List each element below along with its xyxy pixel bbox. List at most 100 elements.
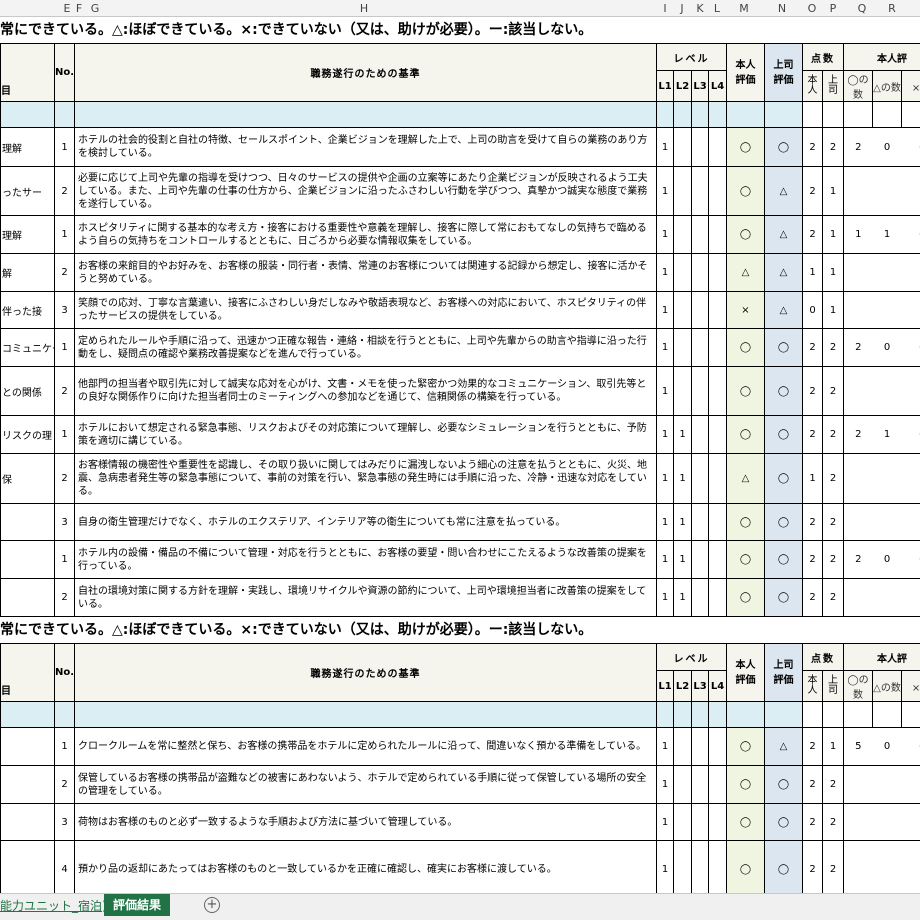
row-l2[interactable] [673,727,692,766]
row-boss-points[interactable]: 2 [822,453,844,504]
row-l2[interactable] [673,840,692,893]
row-count-x[interactable]: ( [901,127,920,167]
row-self-points[interactable]: 1 [802,253,823,292]
header2-self-eval[interactable]: 本人 評価 [726,643,765,702]
row-l2[interactable] [673,127,692,167]
row-count-tri[interactable]: 0 [872,328,902,367]
row-l2[interactable] [673,166,692,216]
table-row[interactable]: との関係 2 他部門の担当者や取引先に対して誠実な応対を心がけ、文書・メモを使った緊… [0,366,920,416]
header-count-o[interactable]: ◯の数 [843,70,873,102]
row-no[interactable]: 1 [54,328,75,367]
row-no[interactable]: 3 [54,291,75,329]
row-item[interactable]: 理解 [0,127,55,167]
evaluation-table-2[interactable]: 目 No. 職務遂行のための基準 レベル 本人 評価 上司 評価 点数 本人評 L1… [0,643,920,893]
row-l4[interactable] [708,765,727,804]
row-l3[interactable] [691,366,709,416]
row-criteria[interactable]: 預かり品の返却にあたってはお客様のものと一致しているかを正確に確認し、確実にお客… [74,840,657,893]
table-row[interactable]: 2 自社の環境対策に関する方針を理解・実践し、環境リサイクルや資源の節約について、… [0,578,920,617]
header-boss-pt[interactable]: 上司 [822,70,844,102]
row-self-points[interactable]: 2 [802,328,823,367]
row-count-x[interactable]: ( [901,727,920,766]
row-item[interactable]: との関係 [0,366,55,416]
row-boss-eval[interactable]: ◯ [764,415,803,454]
row-l1[interactable]: 1 [656,366,674,416]
row-boss-eval[interactable]: ◯ [764,540,803,579]
row-count-tri[interactable]: 1 [872,415,902,454]
row-no[interactable]: 2 [54,578,75,617]
row-count-o[interactable]: 2 [843,328,873,367]
row-self-eval[interactable]: ◯ [726,803,765,841]
header-l3[interactable]: L3 [691,70,709,102]
row-count-o[interactable] [843,453,873,504]
row-no[interactable]: 2 [54,253,75,292]
row-count-tri[interactable]: 0 [872,727,902,766]
row-boss-points[interactable]: 2 [822,366,844,416]
row-item[interactable] [0,765,55,804]
row-l4[interactable] [708,366,727,416]
row-l3[interactable] [691,127,709,167]
row-l3[interactable] [691,727,709,766]
row-count-tri[interactable] [872,166,902,216]
row-count-x[interactable]: ( [901,215,920,254]
row-criteria[interactable]: 自身の衛生管理だけでなく、ホテルのエクステリア、インテリア等の衛生についても常に… [74,503,657,541]
header2-l2[interactable]: L2 [673,670,692,702]
table-row[interactable]: 2 保管しているお客様の携帯品が盗難などの被害にあわないよう、ホテルで定められてい… [0,765,920,804]
row-l2[interactable] [673,215,692,254]
row-self-eval[interactable]: ◯ [726,578,765,617]
row-l1[interactable]: 1 [656,215,674,254]
row-count-o[interactable] [843,840,873,893]
row-l1[interactable]: 1 [656,415,674,454]
row-boss-points[interactable]: 1 [822,727,844,766]
row-count-o[interactable]: 5 [843,727,873,766]
header-self-rating[interactable]: 本人評 [842,43,920,71]
row-criteria[interactable]: 必要に応じて上司や先輩の指導を受けつつ、日々のサービスの提供や企画の立案等にあた… [74,166,657,216]
row-l2[interactable]: 1 [673,540,692,579]
header-criteria[interactable]: 職務遂行のための基準 [74,43,657,102]
row-item[interactable] [0,540,55,579]
row-count-tri[interactable] [872,253,902,292]
row-count-x[interactable]: ( [901,328,920,367]
row-self-points[interactable]: 2 [802,578,823,617]
row-count-tri[interactable]: 1 [872,215,902,254]
row-boss-points[interactable]: 1 [822,166,844,216]
row-criteria[interactable]: クロークルームを常に整然と保ち、お客様の携帯品をホテルに定められたルールに沿って… [74,727,657,766]
row-count-x[interactable] [901,366,920,416]
row-l3[interactable] [691,503,709,541]
col-header-j[interactable]: J [675,2,689,15]
header2-self-rating[interactable]: 本人評 [842,643,920,671]
header2-points[interactable]: 点数 [802,643,844,671]
row-no[interactable]: 2 [54,453,75,504]
table-row[interactable]: コミュニケー1定められたルールや手順に沿って、迅速かつ正確な報告・連絡・相談を行… [0,328,920,367]
row-self-eval[interactable]: ◯ [726,415,765,454]
row-l1[interactable]: 1 [656,803,674,841]
col-header-i[interactable]: I [658,2,672,15]
row-self-eval[interactable]: △ [726,453,765,504]
row-item[interactable]: ったサー [0,166,55,216]
row-boss-points[interactable]: 2 [822,328,844,367]
row-no[interactable]: 4 [54,840,75,893]
row-l4[interactable] [708,166,727,216]
row-l3[interactable] [691,578,709,617]
row-l3[interactable] [691,291,709,329]
row-l2[interactable] [673,291,692,329]
header-l1[interactable]: L1 [656,70,674,102]
row-item[interactable]: 伴った接 [0,291,55,329]
row-boss-eval[interactable]: ◯ [764,765,803,804]
row-criteria[interactable]: 笑顔での応対、丁寧な言葉遣い、接客にふさわしい身だしなみや敬語表現など、お客様へ… [74,291,657,329]
row-self-eval[interactable]: ◯ [726,166,765,216]
row-boss-points[interactable]: 2 [822,503,844,541]
col-header-q[interactable]: Q [855,2,869,15]
header2-l3[interactable]: L3 [691,670,709,702]
row-l1[interactable]: 1 [656,503,674,541]
row-count-o[interactable] [843,578,873,617]
header-boss-eval[interactable]: 上司 評価 [764,43,803,102]
row-l2[interactable] [673,328,692,367]
sheet-tab-results[interactable]: 評価結果 [104,894,170,916]
row-l4[interactable] [708,328,727,367]
row-self-points[interactable]: 2 [802,166,823,216]
col-header-f[interactable]: F [72,2,86,15]
header2-level[interactable]: レベル [656,643,727,671]
row-self-points[interactable]: 2 [802,540,823,579]
row-l4[interactable] [708,578,727,617]
row-self-points[interactable]: 2 [802,727,823,766]
